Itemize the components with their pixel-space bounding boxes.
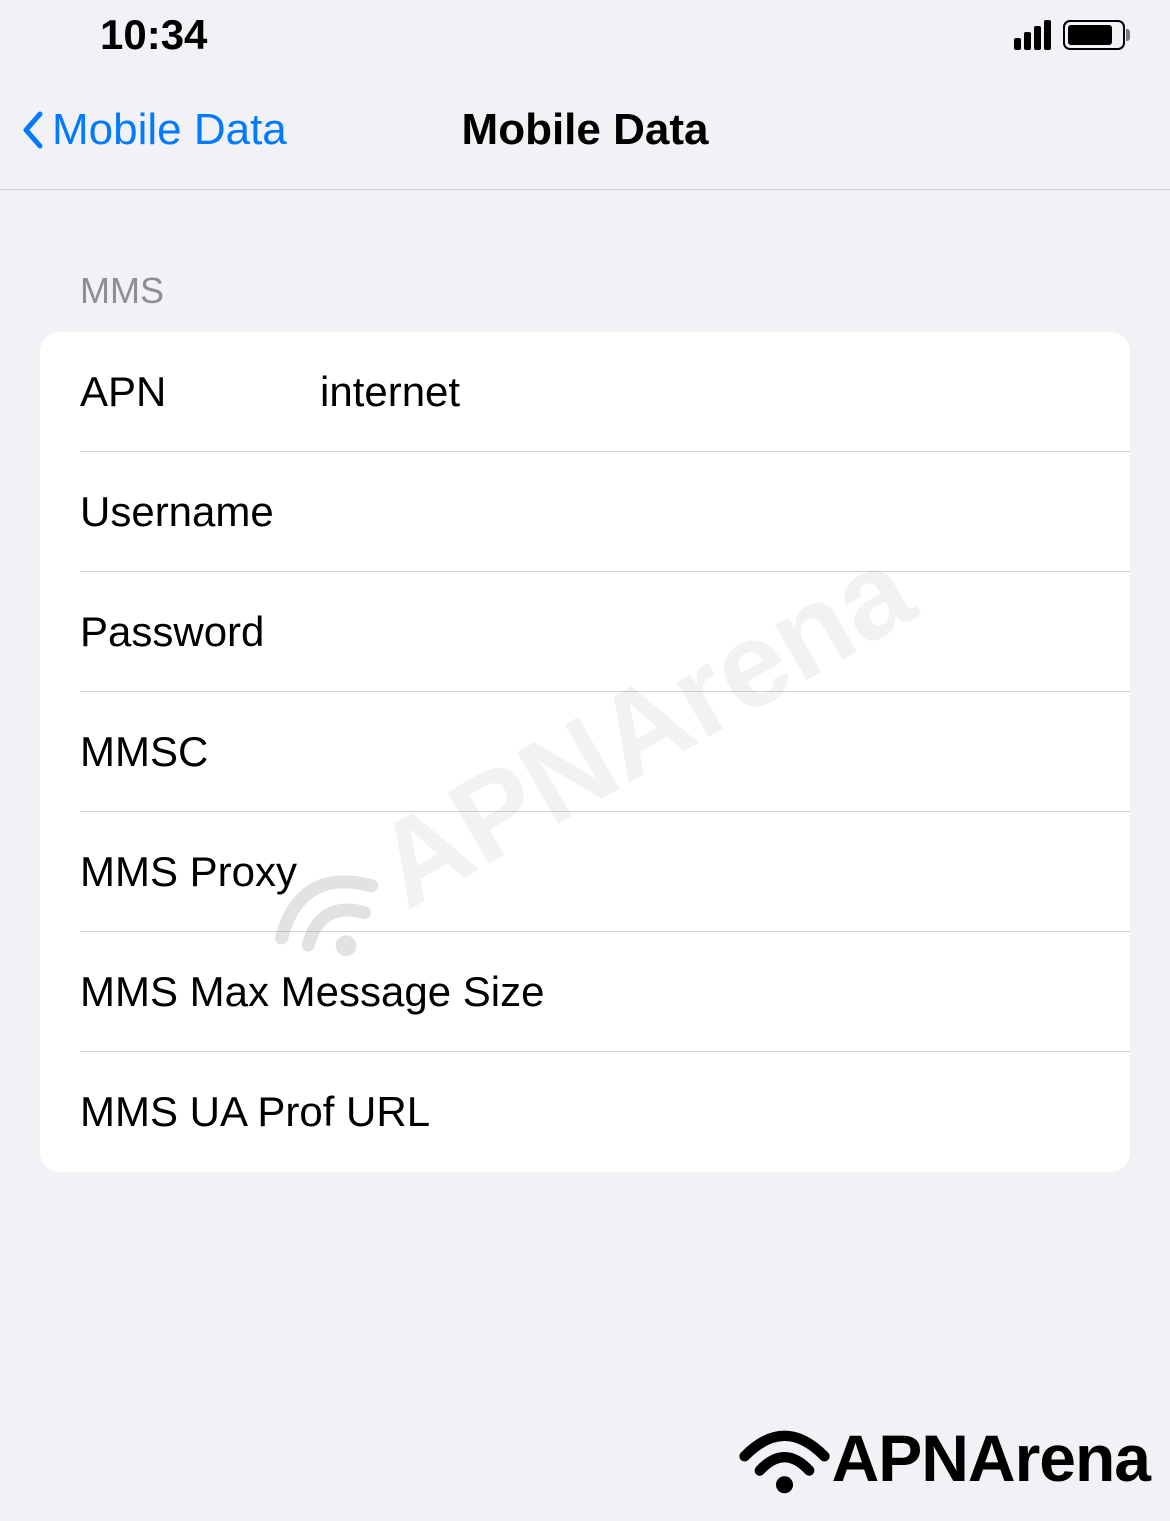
- row-mms-ua-prof-url[interactable]: MMS UA Prof URL: [40, 1052, 1130, 1172]
- navigation-bar: Mobile Data Mobile Data: [0, 70, 1170, 190]
- label-mms-proxy: MMS Proxy: [80, 848, 549, 896]
- cellular-signal-icon: [1014, 20, 1051, 50]
- back-button[interactable]: Mobile Data: [20, 105, 287, 155]
- input-mms-proxy[interactable]: [549, 848, 1090, 896]
- label-mms-max-message-size: MMS Max Message Size: [80, 968, 549, 1016]
- status-time: 10:34: [100, 11, 207, 59]
- page-title: Mobile Data: [462, 105, 709, 155]
- label-apn: APN: [80, 368, 320, 416]
- brand-footer: APNArena: [737, 1420, 1150, 1496]
- battery-icon: [1063, 20, 1125, 50]
- section-header-mms: MMS: [40, 270, 1130, 332]
- input-mms-ua-prof-url[interactable]: [549, 1088, 1090, 1136]
- label-mms-ua-prof-url: MMS UA Prof URL: [80, 1088, 549, 1136]
- row-mms-max-message-size[interactable]: MMS Max Message Size: [40, 932, 1130, 1052]
- row-password[interactable]: Password: [40, 572, 1130, 692]
- chevron-left-icon: [20, 110, 44, 150]
- row-mmsc[interactable]: MMSC: [40, 692, 1130, 812]
- back-label: Mobile Data: [52, 105, 287, 155]
- input-password[interactable]: [320, 608, 1090, 656]
- wifi-icon: [737, 1423, 832, 1493]
- status-bar: 10:34: [0, 0, 1170, 70]
- content-area: MMS APN Username Password MMSC MMS Proxy: [0, 190, 1170, 1172]
- settings-group-mms: APN Username Password MMSC MMS Proxy MMS…: [40, 332, 1130, 1172]
- input-mms-max-message-size[interactable]: [549, 968, 1090, 1016]
- row-apn[interactable]: APN: [40, 332, 1130, 452]
- status-indicators: [1014, 20, 1125, 50]
- label-username: Username: [80, 488, 320, 536]
- label-password: Password: [80, 608, 320, 656]
- label-mmsc: MMSC: [80, 728, 320, 776]
- row-mms-proxy[interactable]: MMS Proxy: [40, 812, 1130, 932]
- row-username[interactable]: Username: [40, 452, 1130, 572]
- brand-text: APNArena: [832, 1420, 1150, 1496]
- input-mmsc[interactable]: [320, 728, 1090, 776]
- input-apn[interactable]: [320, 368, 1090, 416]
- input-username[interactable]: [320, 488, 1090, 536]
